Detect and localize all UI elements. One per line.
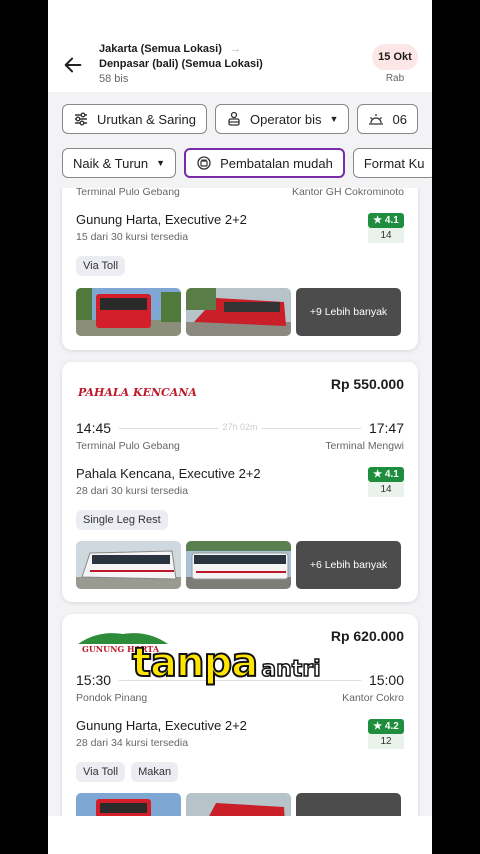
operator-name: Pahala Kencana, Executive 2+2 bbox=[76, 466, 261, 481]
operator-name: Gunung Harta, Executive 2+2 bbox=[76, 212, 247, 227]
bus-results-list: Terminal Pulo Gebang Kantor GH Cokromino… bbox=[48, 188, 432, 816]
seats-available: 15 dari 30 kursi tersedia bbox=[76, 231, 189, 243]
trip-duration: 27h 02m bbox=[218, 421, 262, 432]
ticket-price: Rp 620.000 bbox=[330, 628, 404, 644]
bus-photo[interactable] bbox=[186, 793, 291, 816]
bus-operator-label: Operator bis bbox=[250, 111, 322, 127]
seats-available: 28 dari 34 kursi tersedia bbox=[76, 737, 189, 749]
easy-cancel-label: Pembatalan mudah bbox=[220, 155, 333, 171]
sort-filter-button[interactable]: Urutkan & Saring bbox=[62, 104, 207, 134]
from-stop: Terminal Pulo Gebang bbox=[76, 440, 180, 452]
trip-timeline: 14:45 27h 02m 17:47 bbox=[76, 420, 404, 436]
rating-score: ★ 4.2 bbox=[368, 719, 404, 734]
more-photos-button[interactable] bbox=[296, 793, 401, 816]
amenity-tag: Via Toll bbox=[76, 762, 126, 782]
day-label: Rab bbox=[385, 73, 405, 84]
rating-badge: ★ 4.1 14 bbox=[368, 467, 404, 497]
trip-line: 27h 02m bbox=[119, 421, 361, 432]
search-header: Jakarta (Semua Lokasi) → Denpasar (bali) … bbox=[48, 36, 432, 92]
to-stop: Kantor Cokro bbox=[342, 692, 404, 704]
amenity-tag: Via Toll bbox=[76, 256, 126, 276]
filter-row-primary: Urutkan & Saring Operator bis ▼ 06 bbox=[62, 104, 418, 134]
departure-time-button[interactable]: 06 bbox=[357, 104, 418, 134]
bus-operator-button[interactable]: Operator bis ▼ bbox=[215, 104, 350, 134]
review-count: 12 bbox=[368, 734, 404, 749]
origin-label: Jakarta (Semua Lokasi) bbox=[99, 43, 222, 55]
bottom-bar bbox=[48, 816, 432, 854]
caption-big-text: tanpa bbox=[131, 639, 259, 687]
bus-format-button[interactable]: Format Ku bbox=[352, 148, 432, 178]
operator-name: Gunung Harta, Executive 2+2 bbox=[76, 718, 247, 733]
rating-badge: ★ 4.1 14 bbox=[368, 213, 404, 243]
operator-logo: PAHALA KENCANA bbox=[78, 386, 197, 399]
review-count: 14 bbox=[368, 228, 404, 243]
more-photos-button[interactable]: +6 Lebih banyak bbox=[296, 541, 401, 589]
bus-photo[interactable] bbox=[76, 541, 181, 589]
bus-format-label: Format Ku bbox=[363, 155, 425, 171]
from-stop: Terminal Pulo Gebang bbox=[76, 188, 180, 198]
bus-photo[interactable] bbox=[186, 288, 291, 336]
bus-photo[interactable] bbox=[76, 288, 181, 336]
to-stop: Terminal Mengwi bbox=[325, 440, 404, 452]
bus-operator-icon bbox=[228, 111, 240, 126]
caret-down-icon: ▼ bbox=[329, 114, 339, 124]
caption-small-text: antri bbox=[260, 656, 321, 683]
sliders-icon bbox=[75, 112, 87, 126]
review-count: 14 bbox=[368, 482, 404, 497]
date-pill: 15 Okt bbox=[372, 44, 418, 70]
easy-cancel-button[interactable]: Pembatalan mudah bbox=[184, 148, 345, 178]
tag-row: Single Leg Rest bbox=[76, 510, 174, 530]
arrival-time: 17:47 bbox=[368, 420, 404, 436]
photo-strip[interactable] bbox=[76, 793, 401, 816]
seats-available: 28 dari 30 kursi tersedia bbox=[76, 485, 189, 497]
rating-score: ★ 4.1 bbox=[368, 467, 404, 482]
filter-row-secondary: Naik & Turun ▼ Pembatalan mudah Format K… bbox=[62, 148, 432, 178]
to-stop: Kantor GH Cokrominoto bbox=[291, 188, 404, 198]
departure-time-label: 06 bbox=[392, 111, 407, 127]
bus-photo[interactable] bbox=[76, 793, 181, 816]
amenity-tag: Single Leg Rest bbox=[76, 510, 168, 530]
back-arrow-icon[interactable] bbox=[62, 54, 84, 76]
video-caption-overlay: tanpa antri bbox=[131, 639, 321, 687]
tag-row: Via Toll bbox=[76, 256, 131, 276]
arrival-time: 15:00 bbox=[368, 672, 404, 688]
destination-label: Denpasar (bali) (Semua Lokasi) bbox=[99, 58, 263, 70]
route-summary[interactable]: Jakarta (Semua Lokasi) → Denpasar (bali) … bbox=[99, 42, 263, 87]
photo-strip[interactable]: +9 Lebih banyak bbox=[76, 288, 401, 336]
photo-strip[interactable]: +6 Lebih banyak bbox=[76, 541, 401, 589]
rating-score: ★ 4.1 bbox=[368, 213, 404, 228]
boarding-dropping-label: Naik & Turun bbox=[73, 155, 149, 171]
status-bar bbox=[48, 0, 432, 36]
ticket-price: Rp 550.000 bbox=[330, 376, 404, 392]
bus-card[interactable]: PAHALA KENCANA Rp 550.000 14:45 27h 02m … bbox=[62, 362, 418, 602]
from-stop: Pondok Pinang bbox=[76, 692, 148, 704]
amenity-tag: Makan bbox=[131, 762, 179, 782]
date-selector[interactable]: 15 Okt Rab bbox=[372, 44, 418, 84]
bus-card[interactable]: Terminal Pulo Gebang Kantor GH Cokromino… bbox=[62, 188, 418, 350]
caret-down-icon: ▼ bbox=[156, 158, 166, 168]
easy-cancel-icon bbox=[197, 156, 211, 170]
sort-filter-label: Urutkan & Saring bbox=[97, 111, 196, 127]
bus-count: 58 bis bbox=[99, 73, 129, 85]
phone-screen: Jakarta (Semua Lokasi) → Denpasar (bali) … bbox=[48, 0, 432, 854]
sunrise-icon bbox=[369, 114, 384, 125]
tag-row: Via Toll Makan bbox=[76, 762, 184, 782]
bus-photo[interactable] bbox=[186, 541, 291, 589]
arrow-right-icon: → bbox=[229, 43, 241, 55]
departure-time: 15:30 bbox=[76, 672, 112, 688]
boarding-dropping-button[interactable]: Naik & Turun ▼ bbox=[62, 148, 177, 178]
rating-badge: ★ 4.2 12 bbox=[368, 719, 404, 749]
departure-time: 14:45 bbox=[76, 420, 112, 436]
more-photos-button[interactable]: +9 Lebih banyak bbox=[296, 288, 401, 336]
